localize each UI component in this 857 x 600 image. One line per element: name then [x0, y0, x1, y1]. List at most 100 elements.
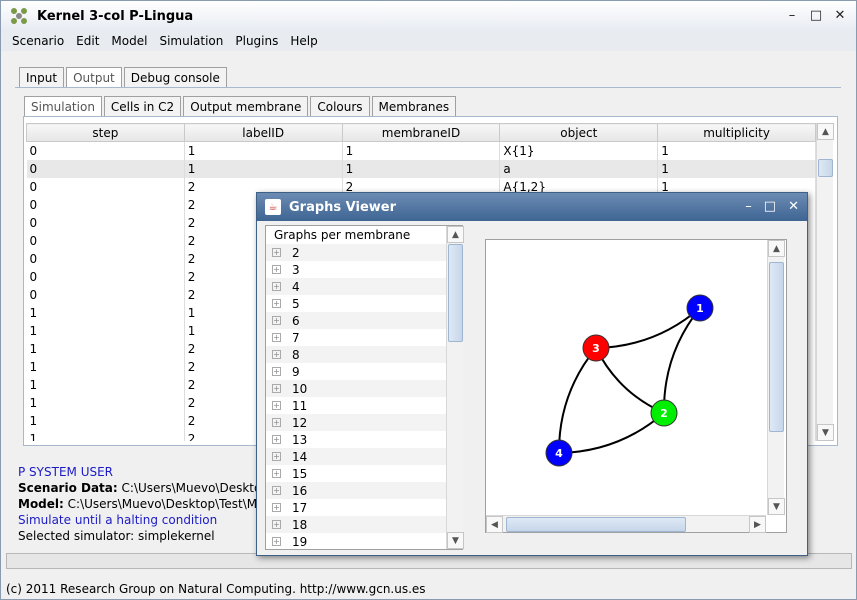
menu-help[interactable]: Help: [284, 34, 323, 48]
table-cell-membraneid[interactable]: 1: [342, 159, 501, 178]
tab-cells-in-c2[interactable]: Cells in C2: [103, 96, 182, 116]
dialog-maximize-icon[interactable]: □: [764, 199, 776, 214]
table-cell-step[interactable]: 0: [26, 177, 185, 196]
column-header-multiplicity[interactable]: multiplicity: [657, 123, 816, 142]
table-cell-step[interactable]: 1: [26, 393, 185, 412]
table-cell-step[interactable]: 1: [26, 429, 185, 441]
table-cell-step[interactable]: 1: [26, 339, 185, 358]
tab-debug-console[interactable]: Debug console: [123, 67, 227, 87]
expand-icon[interactable]: +: [272, 333, 281, 342]
scroll-up-icon[interactable]: ▲: [817, 123, 834, 140]
tree-item[interactable]: +3: [266, 261, 462, 278]
graph-node-4[interactable]: 4: [545, 439, 573, 467]
menu-plugins[interactable]: Plugins: [229, 34, 284, 48]
table-cell-membraneid[interactable]: 1: [342, 141, 501, 160]
tree-item[interactable]: +5: [266, 295, 462, 312]
menu-simulation[interactable]: Simulation: [153, 34, 229, 48]
graph-horizontal-scrollbar[interactable]: ◀ ▶: [486, 515, 766, 533]
tree-item[interactable]: +14: [266, 448, 462, 465]
expand-icon[interactable]: +: [272, 537, 281, 546]
table-cell-multiplicity[interactable]: 1: [657, 159, 816, 178]
column-header-step[interactable]: step: [26, 123, 185, 142]
tab-membranes[interactable]: Membranes: [371, 96, 457, 116]
tree-scroll-down-icon[interactable]: ▼: [447, 532, 464, 549]
expand-icon[interactable]: +: [272, 401, 281, 410]
tree-vertical-scrollbar[interactable]: ▲ ▼: [446, 226, 464, 549]
table-cell-step[interactable]: 0: [26, 249, 185, 268]
close-icon[interactable]: ✕: [832, 7, 848, 23]
table-cell-step[interactable]: 1: [26, 411, 185, 430]
column-header-object[interactable]: object: [499, 123, 659, 142]
table-cell-step[interactable]: 0: [26, 159, 185, 178]
expand-icon[interactable]: +: [272, 418, 281, 427]
membrane-tree[interactable]: Graphs per membrane +2 +3 +4 +5 +6 +7 +8 +9 +10 +…: [265, 225, 463, 550]
tab-output[interactable]: Output: [66, 67, 122, 87]
tree-item[interactable]: +8: [266, 346, 462, 363]
graph-scroll-up-icon[interactable]: ▲: [768, 240, 785, 257]
graph-vscroll-thumb[interactable]: [769, 262, 784, 432]
table-row[interactable]: 0 1 1 X{1} 1: [26, 141, 816, 160]
expand-icon[interactable]: +: [272, 452, 281, 461]
expand-icon[interactable]: +: [272, 435, 281, 444]
tree-scroll-up-icon[interactable]: ▲: [447, 226, 464, 243]
expand-icon[interactable]: +: [272, 384, 281, 393]
scroll-down-icon[interactable]: ▼: [817, 424, 834, 441]
expand-icon[interactable]: +: [272, 486, 281, 495]
tree-item[interactable]: +12: [266, 414, 462, 431]
expand-icon[interactable]: +: [272, 520, 281, 529]
expand-icon[interactable]: +: [272, 265, 281, 274]
column-header-membraneid[interactable]: membraneID: [341, 123, 501, 142]
table-cell-step[interactable]: 0: [26, 195, 185, 214]
table-cell-labelid[interactable]: 1: [184, 141, 343, 160]
table-cell-step[interactable]: 0: [26, 213, 185, 232]
tree-item[interactable]: +2: [266, 244, 462, 261]
tab-simulation[interactable]: Simulation: [24, 96, 102, 116]
table-cell-step[interactable]: 0: [26, 267, 185, 286]
table-cell-step[interactable]: 1: [26, 303, 185, 322]
expand-icon[interactable]: +: [272, 469, 281, 478]
expand-icon[interactable]: +: [272, 367, 281, 376]
expand-icon[interactable]: +: [272, 282, 281, 291]
dialog-minimize-icon[interactable]: –: [745, 199, 752, 214]
dialog-close-icon[interactable]: ✕: [788, 199, 799, 214]
graph-node-1[interactable]: 1: [686, 294, 714, 322]
table-row[interactable]: 011a1: [26, 159, 816, 178]
table-vertical-scrollbar[interactable]: ▲ ▼: [816, 123, 834, 441]
tree-item[interactable]: +4: [266, 278, 462, 295]
graph-scroll-left-icon[interactable]: ◀: [486, 516, 503, 533]
expand-icon[interactable]: +: [272, 503, 281, 512]
graph-vertical-scrollbar[interactable]: ▲ ▼: [767, 240, 785, 515]
tree-item[interactable]: +7: [266, 329, 462, 346]
menu-model[interactable]: Model: [105, 34, 153, 48]
table-cell-labelid[interactable]: 1: [184, 159, 343, 178]
tree-item[interactable]: +13: [266, 431, 462, 448]
maximize-icon[interactable]: □: [808, 7, 824, 23]
menu-scenario[interactable]: Scenario: [6, 34, 70, 48]
menu-edit[interactable]: Edit: [70, 34, 105, 48]
tree-item[interactable]: +10: [266, 380, 462, 397]
table-cell-step[interactable]: 1: [26, 321, 185, 340]
table-cell-step[interactable]: 0: [26, 285, 185, 304]
table-cell-step[interactable]: 0: [26, 141, 185, 160]
tree-item[interactable]: +15: [266, 465, 462, 482]
table-cell-step[interactable]: 1: [26, 375, 185, 394]
graph-node-3[interactable]: 3: [582, 334, 610, 362]
tree-item[interactable]: +6: [266, 312, 462, 329]
table-cell-object[interactable]: a: [499, 159, 659, 178]
graph-canvas[interactable]: 1 2 3 4: [485, 239, 787, 533]
tree-scroll-thumb[interactable]: [448, 244, 463, 342]
tree-item[interactable]: +17: [266, 499, 462, 516]
tab-output-membrane[interactable]: Output membrane: [183, 96, 309, 116]
tree-item[interactable]: +11: [266, 397, 462, 414]
tab-input[interactable]: Input: [19, 67, 65, 87]
table-cell-multiplicity[interactable]: 1: [657, 141, 816, 160]
column-header-labelid[interactable]: labelID: [183, 123, 343, 142]
tree-item[interactable]: +19: [266, 533, 462, 549]
table-cell-step[interactable]: 1: [26, 357, 185, 376]
tab-colours[interactable]: Colours: [310, 96, 370, 116]
expand-icon[interactable]: +: [272, 299, 281, 308]
expand-icon[interactable]: +: [272, 316, 281, 325]
graph-node-2[interactable]: 2: [650, 399, 678, 427]
table-cell-step[interactable]: 0: [26, 231, 185, 250]
scroll-thumb[interactable]: [818, 159, 833, 177]
